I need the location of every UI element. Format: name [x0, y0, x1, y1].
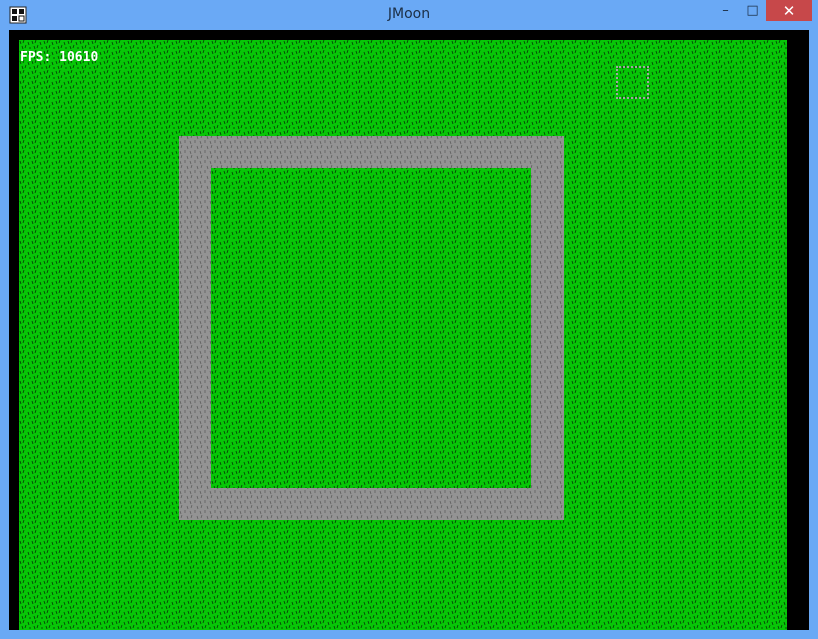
grass-terrain: [19, 40, 787, 630]
window-title: JMoon: [387, 6, 431, 22]
game-client-area: FPS: 10610: [9, 30, 809, 630]
minimize-button[interactable]: –: [712, 0, 739, 21]
road-left: [179, 168, 211, 488]
app-window: JMoon – □ ✕ FPS: 10610: [0, 0, 818, 639]
road-top: [179, 136, 564, 168]
title-bar[interactable]: JMoon – □ ✕: [0, 0, 818, 30]
road-right: [531, 168, 564, 488]
maximize-button[interactable]: □: [739, 0, 766, 21]
road-bottom: [179, 488, 564, 520]
fps-counter: FPS: 10610: [20, 50, 99, 65]
tile-selection-cursor: [616, 66, 649, 99]
game-viewport[interactable]: FPS: 10610: [19, 40, 787, 630]
close-button[interactable]: ✕: [766, 0, 812, 21]
game-map: [19, 40, 787, 630]
